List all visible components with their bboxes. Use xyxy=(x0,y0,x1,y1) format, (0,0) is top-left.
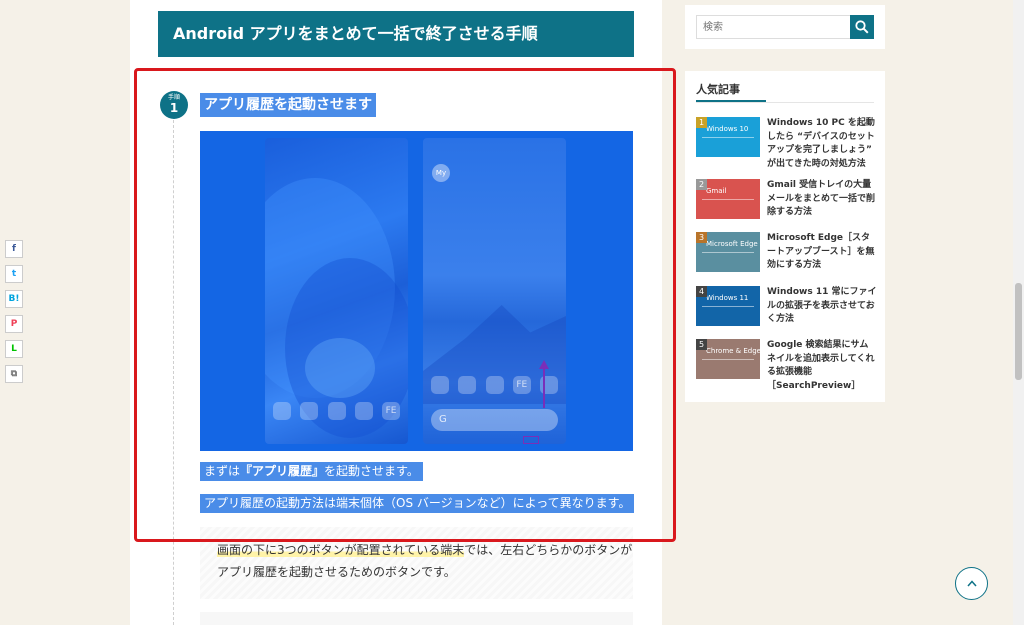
thumb-rule xyxy=(702,252,754,258)
popular-item-title[interactable]: Windows 10 PC を起動したら “デバイスのセットアップを完了しましょ… xyxy=(767,117,877,171)
paragraph-intro: まずは『アプリ履歴』を起動させます。 xyxy=(200,462,423,481)
paragraph-note: アプリ履歴の起動方法は端末個体（OS バージョンなど）によって異なります。 xyxy=(200,494,635,513)
info-line-2: アプリ履歴を起動させるためのボタンです。 xyxy=(217,565,456,579)
step-timeline xyxy=(173,120,174,625)
para-suffix: を起動させます。 xyxy=(324,464,419,478)
phone-icon xyxy=(431,376,449,394)
thumb-label: Windows 11 xyxy=(706,294,749,302)
popular-item[interactable]: Gmail 2 Gmail 受信トレイの大量メールをまとめて一括で削除する方法 xyxy=(696,179,876,221)
widget-title: 人気記事 xyxy=(696,82,766,102)
app-icon xyxy=(354,402,373,420)
popular-item[interactable]: Windows 11 4 Windows 11 常にファイルの拡張子を表示させて… xyxy=(696,286,877,328)
info-line-1-rest: では、左右どちらかのボタンが xyxy=(464,543,633,557)
home-dock: FE xyxy=(273,402,400,420)
para-bold: 『アプリ履歴』 xyxy=(240,464,325,478)
app-icon xyxy=(273,402,291,420)
phone-screen-launcher: My FE G xyxy=(423,138,566,444)
share-buttons: f t B! P L ⧉ xyxy=(5,240,23,390)
rank-badge: 1 xyxy=(696,117,707,128)
thumb-label: Gmail xyxy=(706,187,727,195)
popular-item[interactable]: Chrome & Edge 5 Google 検索結果にサムネイルを追加表示して… xyxy=(696,339,876,391)
search-icon xyxy=(855,20,869,34)
thumbnail[interactable]: Windows 11 4 xyxy=(696,286,760,326)
line-share-icon[interactable]: L xyxy=(5,340,23,358)
step-badge: 手順 1 xyxy=(160,91,188,119)
app-icon xyxy=(327,402,346,420)
app-icon-fe: FE xyxy=(382,402,400,420)
scrollbar-thumb[interactable] xyxy=(1015,283,1022,380)
thumb-label: Windows 10 xyxy=(706,125,749,133)
para-prefix: まずは xyxy=(204,464,241,478)
search-button[interactable] xyxy=(850,15,874,39)
scrollbar[interactable] xyxy=(1013,0,1024,625)
chevron-up-icon xyxy=(967,580,977,587)
arrow-line xyxy=(543,368,545,408)
popular-item[interactable]: Microsoft Edge 3 Microsoft Edge［スタートアップブ… xyxy=(696,232,876,274)
divider xyxy=(696,102,874,103)
thumbnail[interactable]: Microsoft Edge 3 xyxy=(696,232,760,272)
info-highlight: 画面の下に3つのボタンが配置されている端末 xyxy=(217,543,465,557)
thumb-rule xyxy=(702,359,754,365)
info-box-next xyxy=(200,612,633,625)
popular-item-title[interactable]: Gmail 受信トレイの大量メールをまとめて一括で削除する方法 xyxy=(767,179,877,220)
thumb-label: Chrome & Edge xyxy=(706,347,760,355)
thumbnail[interactable]: Chrome & Edge 5 xyxy=(696,339,760,379)
thumb-rule xyxy=(702,137,754,143)
info-box: 画面の下に3つのボタンが配置されている端末では、左右どちらかのボタンが アプリ履… xyxy=(200,527,633,599)
copy-link-icon[interactable]: ⧉ xyxy=(5,365,23,383)
pocket-share-icon[interactable]: P xyxy=(5,315,23,333)
twitter-share-icon[interactable]: t xyxy=(5,265,23,283)
phone-screen-home: FE xyxy=(265,138,408,444)
google-search-bar: G xyxy=(431,409,558,431)
arrow-up-icon xyxy=(539,360,549,369)
facebook-share-icon[interactable]: f xyxy=(5,240,23,258)
back-to-top-button[interactable] xyxy=(955,567,988,600)
popular-item-title[interactable]: Windows 11 常にファイルの拡張子を表示させておく方法 xyxy=(767,286,877,327)
app-icon xyxy=(458,376,477,394)
info-line-1: 画面の下に3つのボタンが配置されている端末では、左右どちらかのボタンが xyxy=(217,539,633,561)
popular-item-title[interactable]: Microsoft Edge［スタートアップブースト］を無効にする方法 xyxy=(767,232,877,273)
rank-badge: 2 xyxy=(696,179,707,190)
app-icon-fe: FE xyxy=(512,376,531,394)
rank-badge: 5 xyxy=(696,339,707,350)
thumbnail[interactable]: Windows 10 1 xyxy=(696,117,760,157)
recent-apps-marker xyxy=(523,436,539,444)
chrome-icon xyxy=(485,376,504,394)
hatena-share-icon[interactable]: B! xyxy=(5,290,23,308)
screenshot-image: FE My FE G xyxy=(200,131,633,451)
popular-item-title[interactable]: Google 検索結果にサムネイルを追加表示してくれる拡張機能［SearchPr… xyxy=(767,339,877,393)
app-icon xyxy=(300,402,319,420)
thumb-rule xyxy=(702,199,754,205)
avatar: My xyxy=(432,164,450,182)
popular-item[interactable]: Windows 10 1 Windows 10 PC を起動したら “デバイスの… xyxy=(696,117,876,169)
launcher-dock: FE xyxy=(431,376,558,394)
search-input[interactable] xyxy=(696,15,851,39)
section-title: Android アプリをまとめて一括で終了させる手順 xyxy=(158,11,634,57)
step-badge-number: 1 xyxy=(169,101,179,115)
thumb-rule xyxy=(702,306,754,312)
rank-badge: 4 xyxy=(696,286,707,297)
sidebar-search xyxy=(685,5,885,49)
thumb-label: Microsoft Edge xyxy=(706,240,758,248)
popular-posts-widget: 人気記事 Windows 10 1 Windows 10 PC を起動したら “… xyxy=(685,71,885,402)
thumbnail[interactable]: Gmail 2 xyxy=(696,179,760,219)
step-heading: アプリ履歴を起動させます xyxy=(200,93,376,117)
rank-badge: 3 xyxy=(696,232,707,243)
